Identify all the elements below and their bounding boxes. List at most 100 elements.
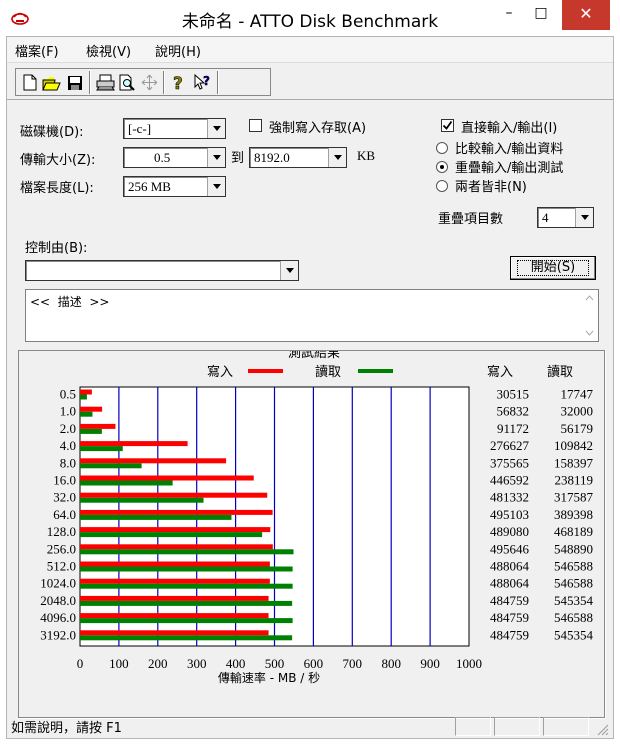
- write-value: 481332: [490, 490, 529, 505]
- x-tick-label: 300: [187, 656, 207, 671]
- y-tick-label: 4096.0: [40, 610, 76, 625]
- bar-read: [80, 394, 87, 400]
- bar-read: [80, 583, 293, 589]
- status-text: 如需說明，請按 F1: [11, 721, 122, 736]
- bar-write: [80, 406, 103, 412]
- y-tick-label: 3192.0: [40, 627, 76, 642]
- overlapped-io-radio[interactable]: [436, 161, 448, 173]
- chevron-down-icon[interactable]: [328, 148, 346, 167]
- close-button[interactable]: ✕: [562, 0, 610, 30]
- drive-select[interactable]: [-c-]: [123, 118, 226, 139]
- bar-write: [80, 389, 92, 395]
- y-tick-label: 128.0: [47, 524, 76, 539]
- menu-help[interactable]: 說明(H): [155, 41, 201, 60]
- transfer-size-label: 傳輸大小(Z):: [20, 153, 96, 168]
- svg-text:?: ?: [203, 74, 210, 88]
- write-column-header: 寫入: [487, 364, 513, 380]
- print-icon[interactable]: [95, 72, 116, 93]
- x-tick-label: 1000: [456, 656, 482, 671]
- direct-io-checkbox[interactable]: [441, 119, 454, 132]
- help-icon[interactable]: ?: [169, 72, 190, 93]
- bar-read: [80, 411, 93, 417]
- queue-depth-select[interactable]: 4: [537, 207, 594, 228]
- context-help-icon[interactable]: ?: [192, 72, 213, 93]
- description-scrollbar[interactable]: [581, 290, 598, 341]
- status-panel: [494, 717, 540, 736]
- bar-read: [80, 463, 142, 469]
- transfer-from-select[interactable]: 0.5: [123, 147, 226, 168]
- chevron-down-icon[interactable]: [207, 177, 225, 196]
- bar-read: [80, 600, 293, 606]
- chart-title: 測試結果: [288, 351, 340, 361]
- start-button[interactable]: 開始(S): [510, 256, 596, 280]
- write-value: 484759: [490, 610, 529, 625]
- menu-file[interactable]: 檔案(F): [15, 41, 59, 60]
- description-textbox[interactable]: << 描述 >>: [25, 289, 599, 342]
- y-tick-label: 32.0: [53, 490, 76, 505]
- write-value: 488064: [490, 576, 530, 591]
- resize-grip-icon[interactable]: [595, 722, 609, 736]
- x-tick-label: 600: [304, 656, 324, 671]
- bar-read: [80, 618, 293, 624]
- y-tick-label: 1.0: [60, 404, 76, 419]
- results-chart: 測試結果寫入 讀取 0.5 30515 17747 1.0 56832 32000 2.0 911…: [40, 351, 594, 685]
- bar-write: [80, 613, 269, 619]
- menu-view[interactable]: 檢視(V): [86, 41, 131, 60]
- write-value: 91172: [497, 421, 529, 436]
- queue-depth-label: 重疊項目數: [438, 212, 504, 227]
- bar-read: [80, 446, 123, 452]
- y-tick-label: 2048.0: [40, 593, 76, 608]
- bar-write: [80, 527, 271, 533]
- x-tick-label: 0: [77, 656, 84, 671]
- file-length-label: 檔案長度(L):: [20, 181, 94, 196]
- x-tick-label: 100: [109, 656, 128, 671]
- x-tick-label: 400: [226, 656, 246, 671]
- bar-read: [80, 514, 232, 520]
- bar-write: [80, 441, 188, 447]
- maximize-button[interactable]: □: [526, 0, 556, 30]
- neither-radio[interactable]: [436, 180, 448, 192]
- chevron-down-icon[interactable]: [207, 119, 225, 138]
- bar-write: [80, 630, 269, 636]
- chevron-down-icon[interactable]: [280, 261, 298, 280]
- controlled-by-select[interactable]: [25, 260, 299, 281]
- force-write-checkbox[interactable]: [249, 119, 262, 132]
- neither-label: 兩者皆非(N): [455, 180, 527, 195]
- status-panel: [455, 717, 491, 736]
- print-preview-icon[interactable]: [117, 72, 138, 93]
- transfer-to-value: 8192.0: [254, 150, 290, 165]
- bar-write: [80, 561, 270, 567]
- compare-io-label: 比較輸入/輸出資料: [455, 142, 564, 157]
- x-tick-label: 200: [148, 656, 168, 671]
- read-value: 389398: [554, 507, 593, 522]
- title-bar: 未命名 - ATTO Disk Benchmark – □ ✕: [0, 0, 620, 36]
- write-value: 489080: [490, 524, 529, 539]
- read-value: 17747: [561, 387, 594, 402]
- open-icon[interactable]: [41, 72, 62, 93]
- compare-io-radio[interactable]: [436, 142, 448, 154]
- file-length-select[interactable]: 256 MB: [123, 176, 226, 197]
- move-icon[interactable]: [139, 72, 160, 93]
- save-icon[interactable]: [64, 72, 85, 93]
- y-tick-label: 512.0: [47, 559, 76, 574]
- queue-depth-value: 4: [542, 210, 549, 225]
- bar-read: [80, 497, 204, 503]
- chevron-down-icon[interactable]: [575, 208, 593, 227]
- read-value: 546588: [554, 576, 593, 591]
- transfer-to-select[interactable]: 8192.0: [249, 147, 347, 168]
- kb-label: KB: [357, 148, 376, 163]
- write-value: 276627: [490, 438, 530, 453]
- minimize-button[interactable]: –: [494, 0, 524, 30]
- chevron-down-icon[interactable]: [207, 148, 225, 167]
- read-value: 56179: [561, 421, 594, 436]
- write-value: 30515: [497, 387, 530, 402]
- read-value: 32000: [561, 404, 594, 419]
- bar-read: [80, 549, 294, 555]
- write-value: 56832: [497, 404, 530, 419]
- new-icon[interactable]: [19, 72, 40, 93]
- legend-write-label: 寫入: [207, 364, 233, 380]
- write-value: 495646: [490, 541, 530, 556]
- to-label: 到: [231, 151, 245, 166]
- legend-write-swatch: [248, 369, 283, 373]
- bar-write: [80, 595, 269, 601]
